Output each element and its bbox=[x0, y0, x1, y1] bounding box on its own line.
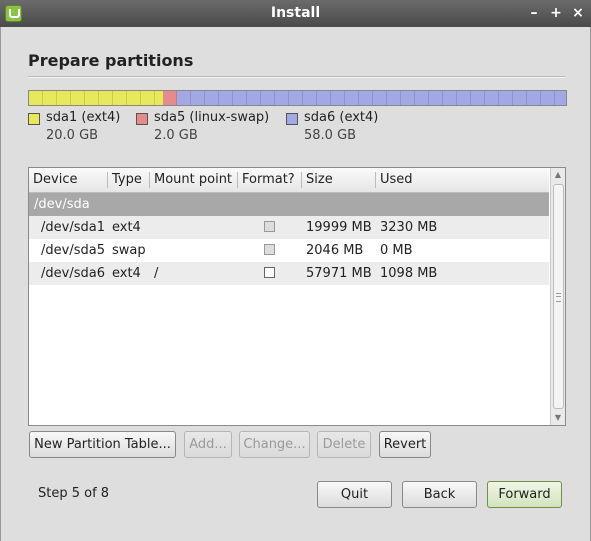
close-icon[interactable]: × bbox=[569, 4, 587, 22]
column-header-format[interactable]: Format? bbox=[242, 172, 295, 187]
legend-size: 20.0 GB bbox=[46, 128, 99, 143]
table-row[interactable]: /dev/sda1 ext4 19999 MB 3230 MB bbox=[29, 216, 549, 239]
cell-device: /dev/sda6 bbox=[41, 266, 105, 281]
cell-used: 0 MB bbox=[380, 243, 413, 258]
cell-mount-point: / bbox=[154, 266, 159, 281]
legend-label: sda6 (ext4) bbox=[304, 110, 379, 125]
cell-type: ext4 bbox=[112, 266, 141, 281]
back-button[interactable]: Back bbox=[402, 481, 477, 508]
forward-button[interactable]: Forward bbox=[487, 481, 562, 508]
cell-type: ext4 bbox=[112, 220, 141, 235]
legend-swatch bbox=[136, 113, 148, 125]
change-partition-button[interactable]: Change... bbox=[239, 431, 310, 458]
cell-type: swap bbox=[112, 243, 146, 258]
minimize-icon[interactable]: – bbox=[525, 4, 543, 22]
cell-size: 2046 MB bbox=[306, 243, 364, 258]
table-scrollbar[interactable]: ▲ ▼ bbox=[550, 168, 565, 425]
column-header-used[interactable]: Used bbox=[380, 172, 413, 187]
add-partition-button[interactable]: Add... bbox=[184, 431, 232, 458]
cell-used: 3230 MB bbox=[380, 220, 438, 235]
maximize-icon[interactable]: + bbox=[547, 4, 565, 22]
column-header-device[interactable]: Device bbox=[33, 172, 77, 187]
window-title: Install bbox=[270, 5, 321, 21]
legend-size: 2.0 GB bbox=[154, 128, 198, 143]
partition-segment-sda6 bbox=[176, 91, 566, 105]
table-row-group[interactable]: /dev/sda bbox=[29, 193, 549, 216]
delete-partition-button[interactable]: Delete bbox=[317, 431, 371, 458]
divider bbox=[28, 76, 565, 78]
partition-table[interactable]: Device Type Mount point Format? Size Use… bbox=[28, 167, 566, 426]
scroll-up-icon[interactable]: ▲ bbox=[551, 168, 565, 182]
quit-button[interactable]: Quit bbox=[317, 481, 392, 508]
legend-swatch bbox=[28, 113, 40, 125]
table-header: Device Type Mount point Format? Size Use… bbox=[29, 168, 549, 193]
step-indicator: Step 5 of 8 bbox=[38, 486, 110, 501]
format-checkbox[interactable] bbox=[264, 221, 275, 232]
table-row[interactable]: /dev/sda6 ext4 / 57971 MB 1098 MB bbox=[29, 262, 549, 285]
cell-size: 19999 MB bbox=[306, 220, 372, 235]
revert-button[interactable]: Revert bbox=[379, 431, 431, 458]
cell-used: 1098 MB bbox=[380, 266, 438, 281]
column-header-size[interactable]: Size bbox=[306, 172, 333, 187]
disk-label: /dev/sda bbox=[34, 197, 90, 212]
format-checkbox[interactable] bbox=[264, 244, 275, 255]
scroll-down-icon[interactable]: ▼ bbox=[551, 411, 565, 425]
cell-device: /dev/sda5 bbox=[41, 243, 105, 258]
column-divider bbox=[107, 172, 108, 188]
partition-segment-sda1 bbox=[29, 91, 164, 105]
format-checkbox[interactable] bbox=[264, 267, 275, 278]
installer-content: Prepare partitions sda1 (ext4) 20.0 GB s… bbox=[0, 27, 591, 541]
legend-label: sda1 (ext4) bbox=[46, 110, 121, 125]
column-divider bbox=[237, 172, 238, 188]
legend-size: 58.0 GB bbox=[304, 128, 357, 143]
column-divider bbox=[375, 172, 376, 188]
column-divider bbox=[149, 172, 150, 188]
partition-segment-sda5 bbox=[163, 91, 177, 105]
partition-usage-bar bbox=[28, 90, 567, 106]
column-header-type[interactable]: Type bbox=[112, 172, 142, 187]
cell-device: /dev/sda1 bbox=[41, 220, 105, 235]
legend-swatch bbox=[286, 113, 298, 125]
cell-size: 57971 MB bbox=[306, 266, 372, 281]
legend-label: sda5 (linux-swap) bbox=[154, 110, 270, 125]
new-partition-table-button[interactable]: New Partition Table... bbox=[29, 431, 176, 458]
grip-icon bbox=[556, 293, 561, 302]
table-row[interactable]: /dev/sda5 swap 2046 MB 0 MB bbox=[29, 239, 549, 262]
title-bar: Install – + × bbox=[0, 0, 591, 27]
column-divider bbox=[301, 172, 302, 188]
column-header-mount-point[interactable]: Mount point bbox=[154, 172, 232, 187]
scrollbar-thumb[interactable] bbox=[553, 184, 564, 409]
page-title: Prepare partitions bbox=[28, 51, 194, 70]
